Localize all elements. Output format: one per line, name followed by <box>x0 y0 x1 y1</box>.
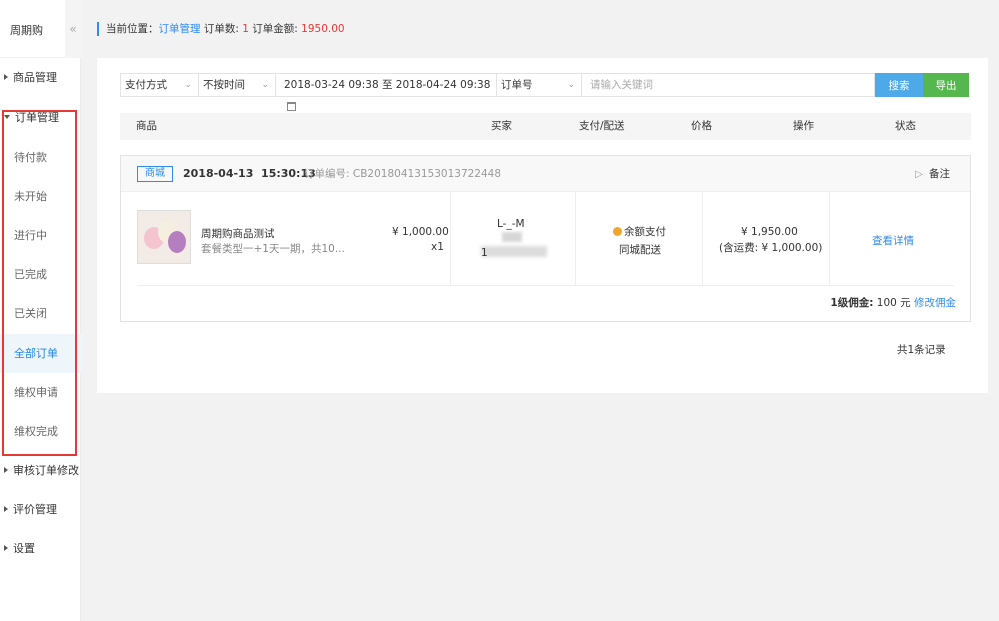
time-range-select[interactable]: 不按时间 ⌄ <box>198 73 276 97</box>
sidebar-group-goods[interactable]: 商品管理 <box>0 58 81 97</box>
total-records: 共1条记录 <box>897 344 946 356</box>
payment-method-select[interactable]: 支付方式 ⌄ <box>120 73 199 97</box>
order-datetime: 2018-04-13 15:30:13 <box>183 156 316 192</box>
product-unit-price: ¥ 1,000.00 <box>392 226 449 238</box>
order-count-value: 1 <box>242 23 249 35</box>
sidebar-item-rights-completed[interactable]: 维权完成 <box>0 412 81 451</box>
order-number-value: CB20180413153013722448 <box>352 168 502 180</box>
search-field-select[interactable]: 订单号 ⌄ <box>496 73 582 97</box>
product-description: 套餐类型一+1天一期，共10... <box>201 243 345 255</box>
chevron-down-icon: ⌄ <box>261 80 269 90</box>
sidebar-item-not-started[interactable]: 未开始 <box>0 177 81 216</box>
delivery-type: 同城配送 <box>619 244 661 256</box>
caret-right-icon <box>4 506 8 512</box>
column-header-buyer: 买家 <box>491 120 512 132</box>
sidebar-item-in-progress[interactable]: 进行中 <box>0 216 81 255</box>
search-button[interactable]: 搜索 <box>875 73 923 97</box>
order-source-tag: 商城 <box>137 166 173 182</box>
main-panel: 支付方式 ⌄ 不按时间 ⌄ 2018-03-24 09:38 至 2018-04-2… <box>97 58 988 393</box>
collapse-sidebar-icon[interactable]: « <box>65 0 81 58</box>
keyword-search-input[interactable] <box>581 73 875 97</box>
order-amount-value: 1950.00 <box>301 23 345 35</box>
buyer-name: L-_-M <box>497 218 525 230</box>
blurred-buyer-info <box>502 232 522 242</box>
sidebar-group-reviews[interactable]: 评价管理 <box>0 490 81 529</box>
column-divider <box>829 192 830 285</box>
column-divider <box>702 192 703 285</box>
breadcrumb: 当前位置：订单管理 订单数: 1 订单金额: 1950.00 <box>97 22 345 36</box>
caret-right-icon <box>4 74 8 80</box>
order-number: 订单编号: CB20180413153013722448 <box>304 156 501 192</box>
order-card-body: 周期购商品测试 套餐类型一+1天一期，共10... ¥ 1,000.00 x1 … <box>121 192 970 285</box>
view-details-link[interactable]: 查看详情 <box>872 233 914 248</box>
order-number-label: 订单编号: <box>304 168 353 180</box>
payment-type-label: 余额支付 <box>624 226 666 238</box>
filter-bar: 支付方式 ⌄ 不按时间 ⌄ 2018-03-24 09:38 至 2018-04-2… <box>120 73 971 111</box>
sidebar-group-label: 评价管理 <box>13 503 57 516</box>
divider <box>137 285 954 286</box>
table-header: 商品 买家 支付/配送 价格 操作 状态 <box>120 113 971 140</box>
payment-type: 余额支付 <box>613 224 666 239</box>
sidebar-item-closed[interactable]: 已关闭 <box>0 294 81 333</box>
sidebar-group-audit[interactable]: 审核订单修改 <box>0 451 81 490</box>
search-field-value: 订单号 <box>501 79 533 91</box>
product-name[interactable]: 周期购商品测试 <box>201 226 275 241</box>
export-button[interactable]: 导出 <box>923 73 969 97</box>
product-thumbnail[interactable] <box>137 210 191 264</box>
payment-method-value: 支付方式 <box>125 79 167 91</box>
sidebar-item-rights-request[interactable]: 维权申请 <box>0 373 81 412</box>
order-amount-label: 订单金额: <box>252 23 302 35</box>
sidebar-group-label: 审核订单修改 <box>13 464 79 477</box>
order-card: 商城 2018-04-13 15:30:13 订单编号: CB201804131… <box>120 155 971 322</box>
time-range-value: 不按时间 <box>203 79 245 91</box>
sidebar-group-label: 订单管理 <box>15 111 59 124</box>
date-range-picker[interactable]: 2018-03-24 09:38 至 2018-04-24 09:38 <box>275 73 497 111</box>
flag-icon: ▷ <box>915 169 923 180</box>
sidebar-group-orders[interactable]: 订单管理 <box>0 98 81 137</box>
column-header-price: 价格 <box>691 120 712 132</box>
sidebar-group-label: 设置 <box>13 542 35 555</box>
breadcrumb-prefix: 当前位置： <box>106 23 159 35</box>
sidebar-item-pending-payment[interactable]: 待付款 <box>0 138 81 177</box>
column-header-action: 操作 <box>793 120 814 132</box>
column-header-goods: 商品 <box>136 120 157 132</box>
remark-button[interactable]: ▷ 备注 <box>915 156 950 193</box>
blurred-buyer-phone <box>481 246 547 257</box>
column-header-status: 状态 <box>895 120 916 132</box>
sidebar: 周期购 « 商品管理 订单管理 待付款 未开始 进行中 已完成 已关闭 全部订单… <box>0 0 81 621</box>
product-quantity: x1 <box>431 241 444 253</box>
date-range-value: 2018-03-24 09:38 至 2018-04-24 09:38 <box>284 79 491 91</box>
calendar-icon <box>287 101 296 111</box>
sidebar-item-completed[interactable]: 已完成 <box>0 255 81 294</box>
remark-label: 备注 <box>929 168 950 180</box>
order-total-price: ¥ 1,950.00 <box>741 226 798 238</box>
freight-note: (含运费: ¥ 1,000.00) <box>719 242 823 254</box>
sidebar-header: 周期购 « <box>0 0 81 58</box>
buyer-phone: 1 <box>481 247 488 259</box>
column-divider <box>450 192 451 285</box>
order-count-label: 订单数: <box>203 23 243 35</box>
chevron-down-icon: ⌄ <box>567 80 575 90</box>
commission-value: 100 元 <box>876 297 911 309</box>
sidebar-group-settings[interactable]: 设置 <box>0 529 81 568</box>
breadcrumb-page-link[interactable]: 订单管理 <box>159 23 201 35</box>
column-header-payment-delivery: 支付/配送 <box>579 120 625 132</box>
brand-title: 周期购 <box>10 24 43 37</box>
order-card-header: 商城 2018-04-13 15:30:13 订单编号: CB201804131… <box>121 156 970 192</box>
commission-info: 1级佣金: 100 元 修改佣金 <box>830 295 956 310</box>
sidebar-item-all-orders[interactable]: 全部订单 <box>0 334 81 373</box>
caret-right-icon <box>4 545 8 551</box>
sidebar-group-label: 商品管理 <box>13 71 57 84</box>
caret-down-icon <box>4 115 10 119</box>
column-divider <box>575 192 576 285</box>
order-date: 2018-04-13 <box>183 167 254 180</box>
coin-bag-icon <box>613 226 622 236</box>
caret-right-icon <box>4 467 8 473</box>
edit-commission-link[interactable]: 修改佣金 <box>914 297 956 309</box>
commission-label: 1级佣金: <box>830 297 874 309</box>
chevron-down-icon: ⌄ <box>184 80 192 90</box>
